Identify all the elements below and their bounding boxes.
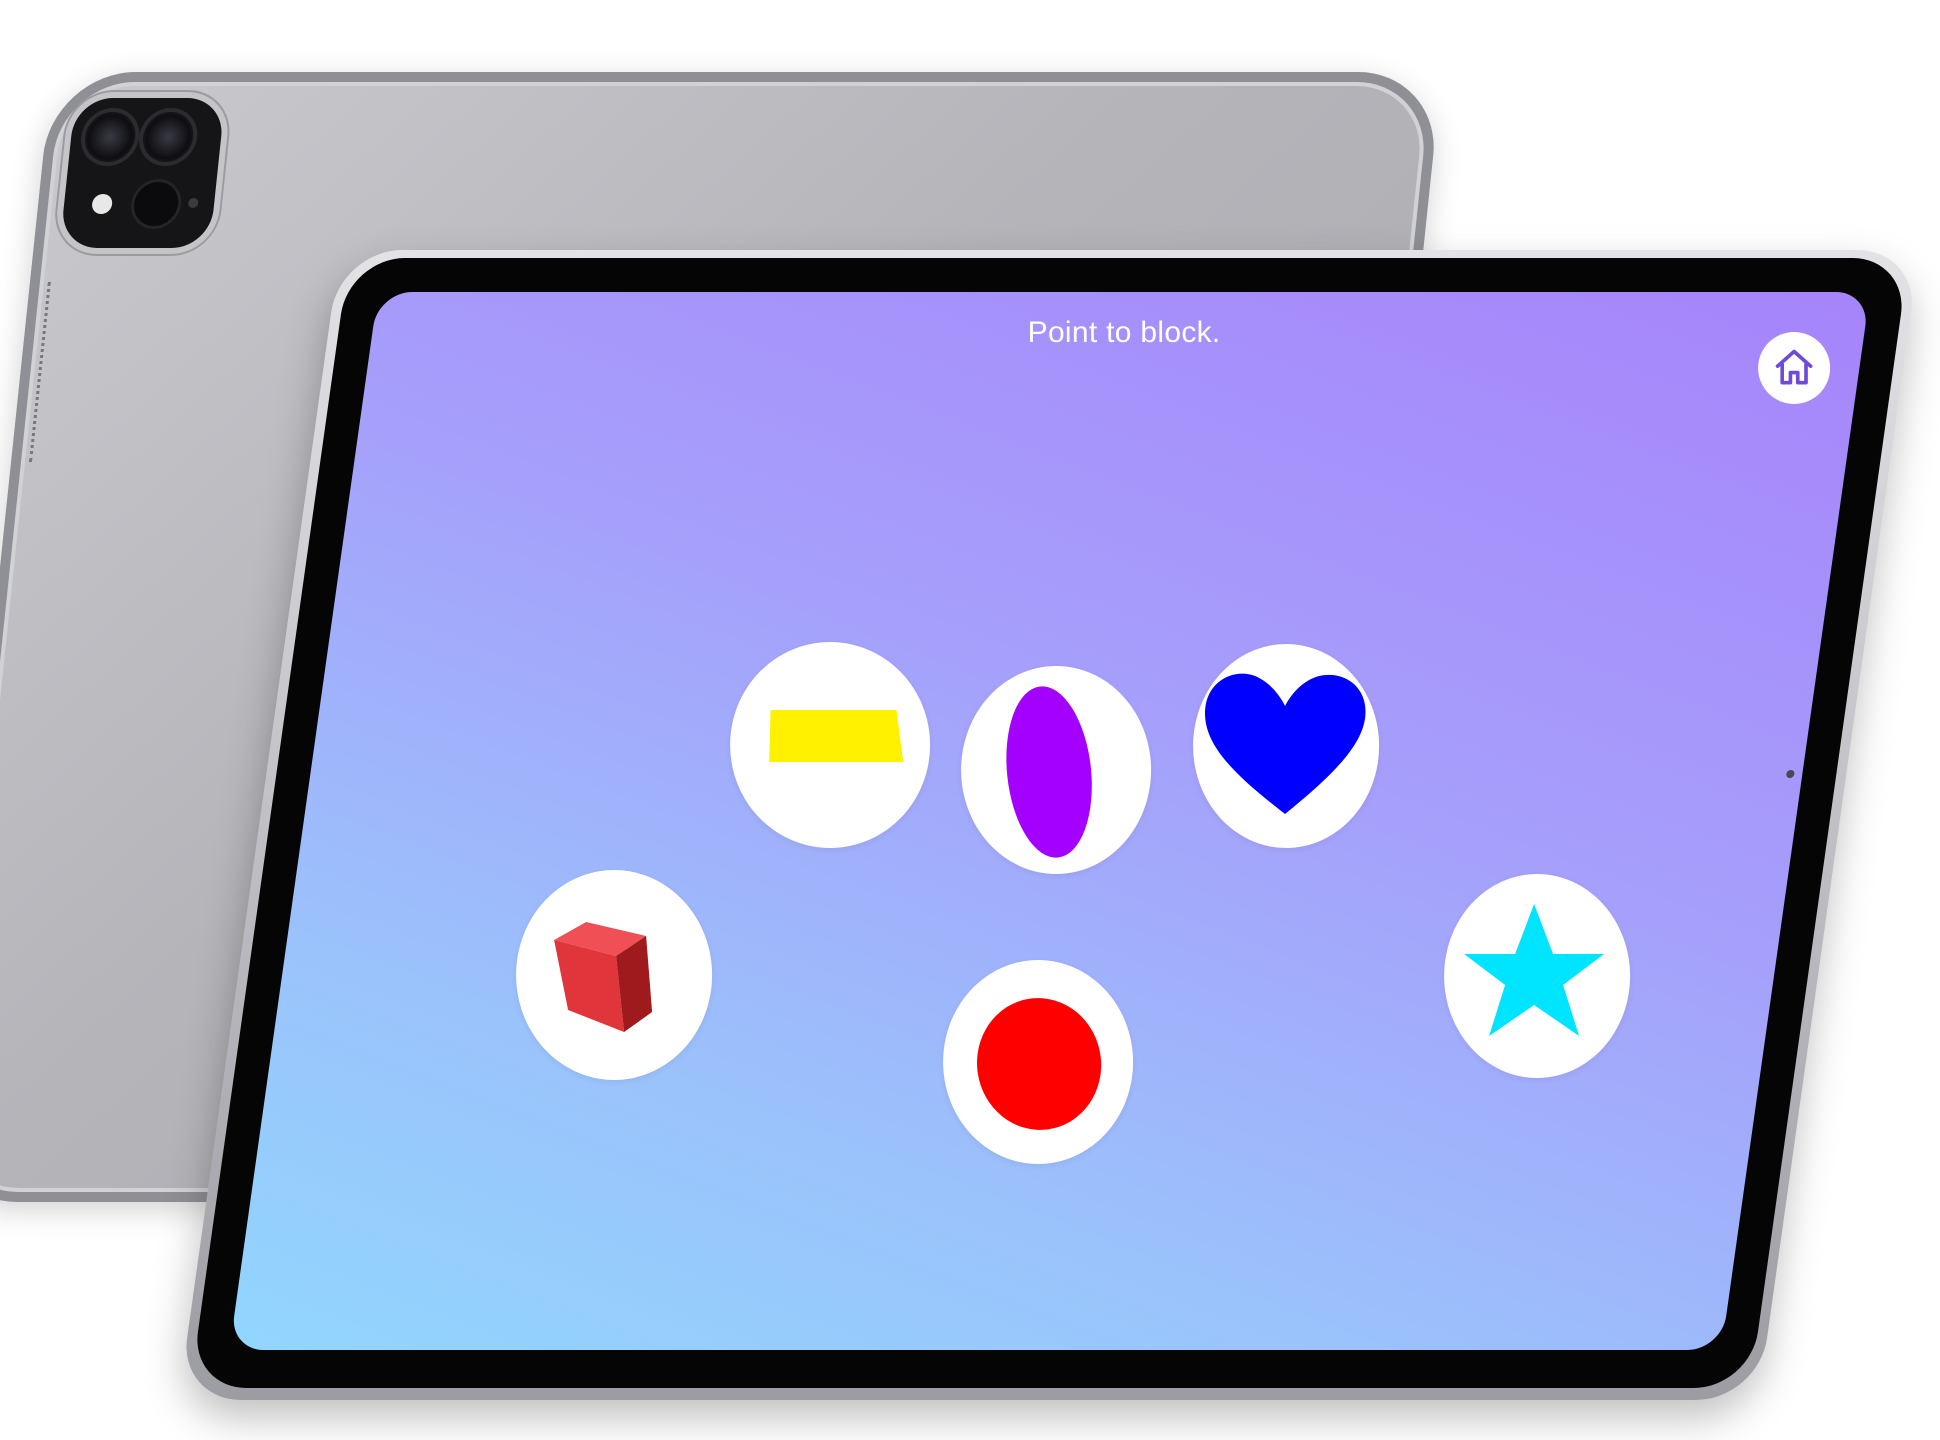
lidar-scanner — [131, 182, 181, 226]
camera-flash — [91, 194, 114, 214]
tablet-bezel: Point to block. — [190, 258, 1909, 1388]
circle-icon — [977, 998, 1102, 1130]
app-screen: Point to block. — [378, 292, 1870, 1350]
choice-yellow-rectangle[interactable] — [730, 642, 931, 848]
rectangle-icon — [769, 710, 904, 762]
camera-lens — [82, 112, 138, 162]
star-icon — [1464, 904, 1605, 1036]
heart-icon — [1205, 673, 1366, 814]
choice-cyan-star[interactable] — [1444, 874, 1631, 1078]
tablet-screen: Point to block. — [229, 292, 1871, 1350]
home-button[interactable] — [1758, 332, 1831, 404]
front-tablet-device: Point to block. — [178, 250, 1920, 1400]
microphone — [187, 198, 199, 208]
camera-module — [59, 98, 226, 248]
oval-icon — [1006, 686, 1092, 858]
choice-red-cube[interactable] — [516, 870, 713, 1080]
choice-blue-heart[interactable] — [1193, 644, 1380, 848]
cube-icon — [554, 922, 653, 1032]
speaker-grille — [29, 282, 57, 462]
camera-lens — [140, 112, 196, 162]
house-icon — [1775, 349, 1813, 385]
choice-red-circle[interactable] — [943, 960, 1134, 1164]
choice-purple-oval[interactable] — [961, 666, 1152, 874]
instruction-prompt: Point to block. — [1027, 316, 1221, 349]
